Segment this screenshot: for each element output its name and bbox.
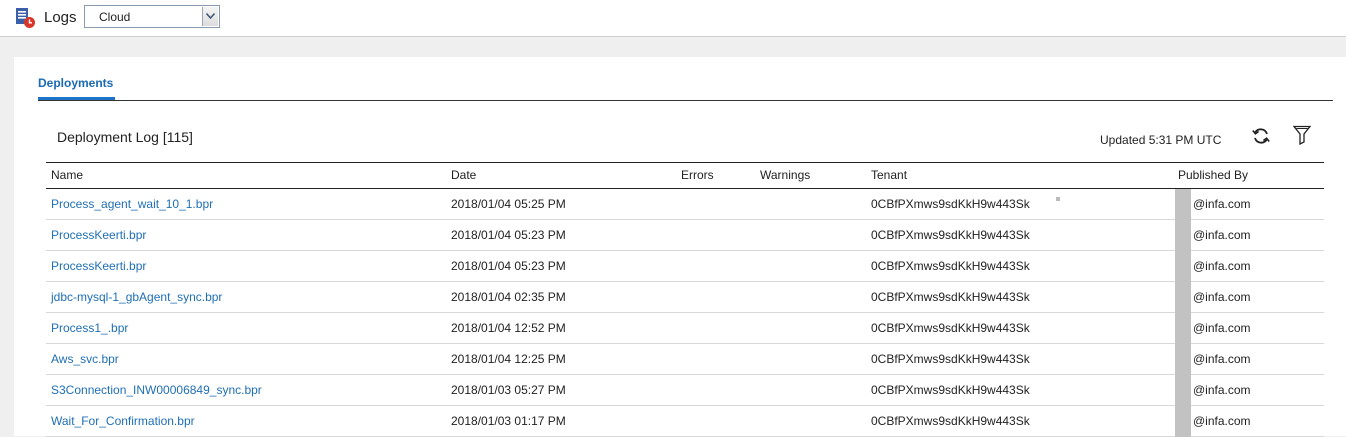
row-name-link[interactable]: Process_agent_wait_10_1.bpr [51,197,213,211]
deployments-panel: Deployments Deployment Log [115] Updated… [14,57,1346,437]
row-name-link[interactable]: ProcessKeerti.bpr [51,259,146,273]
logs-icon [16,8,35,28]
row-published-by: @infa.com [1193,383,1251,397]
chevron-down-icon [206,13,215,19]
column-header-errors[interactable]: Errors [681,168,714,182]
column-header-warnings[interactable]: Warnings [760,168,810,182]
top-bar: Logs Cloud [0,0,1346,37]
app-title: Logs [44,9,77,26]
row-name-link[interactable]: Wait_For_Confirmation.bpr [51,414,195,428]
redacted-user-block [1175,406,1191,437]
row-tenant: 0CBfPXmws9sdKkH9w443Sk [871,290,1030,304]
refresh-icon[interactable] [1251,126,1271,146]
redacted-user-block [1175,189,1191,220]
row-date: 2018/01/03 05:27 PM [451,383,566,397]
row-tenant: 0CBfPXmws9sdKkH9w443Sk [871,259,1030,273]
row-published-by: @infa.com [1193,197,1251,211]
table-row[interactable]: Process1_.bpr 2018/01/04 12:52 PM 0CBfPXmw… [46,313,1324,344]
redacted-user-block [1175,251,1191,282]
row-published-by: @infa.com [1193,352,1251,366]
row-date: 2018/01/04 12:25 PM [451,352,566,366]
log-source-value: Cloud [99,10,131,24]
table-row[interactable]: ProcessKeerti.bpr 2018/01/04 05:23 PM 0CBf… [46,251,1324,282]
updated-timestamp: Updated 5:31 PM UTC [1100,133,1222,147]
row-date: 2018/01/04 05:23 PM [451,228,566,242]
table-row[interactable]: S3Connection_INW00006849_sync.bpr 2018/01… [46,375,1324,406]
table-row[interactable]: Process_agent_wait_10_1.bpr 2018/01/04 05… [46,189,1324,220]
row-published-by: @infa.com [1193,414,1251,428]
column-header-tenant[interactable]: Tenant [871,168,907,182]
column-header-published-by[interactable]: Published By [1178,168,1248,182]
row-name-link[interactable]: ProcessKeerti.bpr [51,228,146,242]
status-marker [1056,197,1060,201]
row-published-by: @infa.com [1193,321,1251,335]
redacted-user-block [1175,313,1191,344]
filter-icon[interactable] [1293,125,1311,145]
row-date: 2018/01/04 05:23 PM [451,259,566,273]
row-date: 2018/01/03 01:17 PM [451,414,566,428]
row-published-by: @infa.com [1193,290,1251,304]
row-tenant: 0CBfPXmws9sdKkH9w443Sk [871,414,1030,428]
row-tenant: 0CBfPXmws9sdKkH9w443Sk [871,383,1030,397]
row-tenant: 0CBfPXmws9sdKkH9w443Sk [871,228,1030,242]
row-name-link[interactable]: Aws_svc.bpr [51,352,119,366]
dropdown-button[interactable] [202,7,218,26]
deployment-log-table: Name Date Errors Warnings Tenant Publish… [46,162,1324,437]
table-row[interactable]: Aws_svc.bpr 2018/01/04 12:25 PM 0CBfPXmws9… [46,344,1324,375]
table-header: Name Date Errors Warnings Tenant Publish… [46,162,1324,189]
row-tenant: 0CBfPXmws9sdKkH9w443Sk [871,197,1030,211]
log-source-select[interactable]: Cloud [84,5,220,28]
row-published-by: @infa.com [1193,259,1251,273]
redacted-user-block [1175,375,1191,406]
column-header-date[interactable]: Date [451,168,476,182]
row-name-link[interactable]: S3Connection_INW00006849_sync.bpr [51,383,262,397]
row-name-link[interactable]: Process1_.bpr [51,321,128,335]
redacted-user-block [1175,220,1191,251]
column-header-name[interactable]: Name [51,168,83,182]
log-title: Deployment Log [115] [57,129,193,145]
table-row[interactable]: jdbc-mysql-1_gbAgent_sync.bpr 2018/01/04 … [46,282,1324,313]
row-tenant: 0CBfPXmws9sdKkH9w443Sk [871,352,1030,366]
redacted-user-block [1175,282,1191,313]
row-date: 2018/01/04 02:35 PM [451,290,566,304]
row-published-by: @infa.com [1193,228,1251,242]
row-name-link[interactable]: jdbc-mysql-1_gbAgent_sync.bpr [51,290,222,304]
table-row[interactable]: Wait_For_Confirmation.bpr 2018/01/03 01:1… [46,406,1324,437]
row-date: 2018/01/04 05:25 PM [451,197,566,211]
tab-divider [38,100,1333,101]
redacted-user-block [1175,344,1191,375]
table-row[interactable]: ProcessKeerti.bpr 2018/01/04 05:23 PM 0CBf… [46,220,1324,251]
row-tenant: 0CBfPXmws9sdKkH9w443Sk [871,321,1030,335]
table-body: Process_agent_wait_10_1.bpr 2018/01/04 05… [46,189,1324,437]
row-date: 2018/01/04 12:52 PM [451,321,566,335]
